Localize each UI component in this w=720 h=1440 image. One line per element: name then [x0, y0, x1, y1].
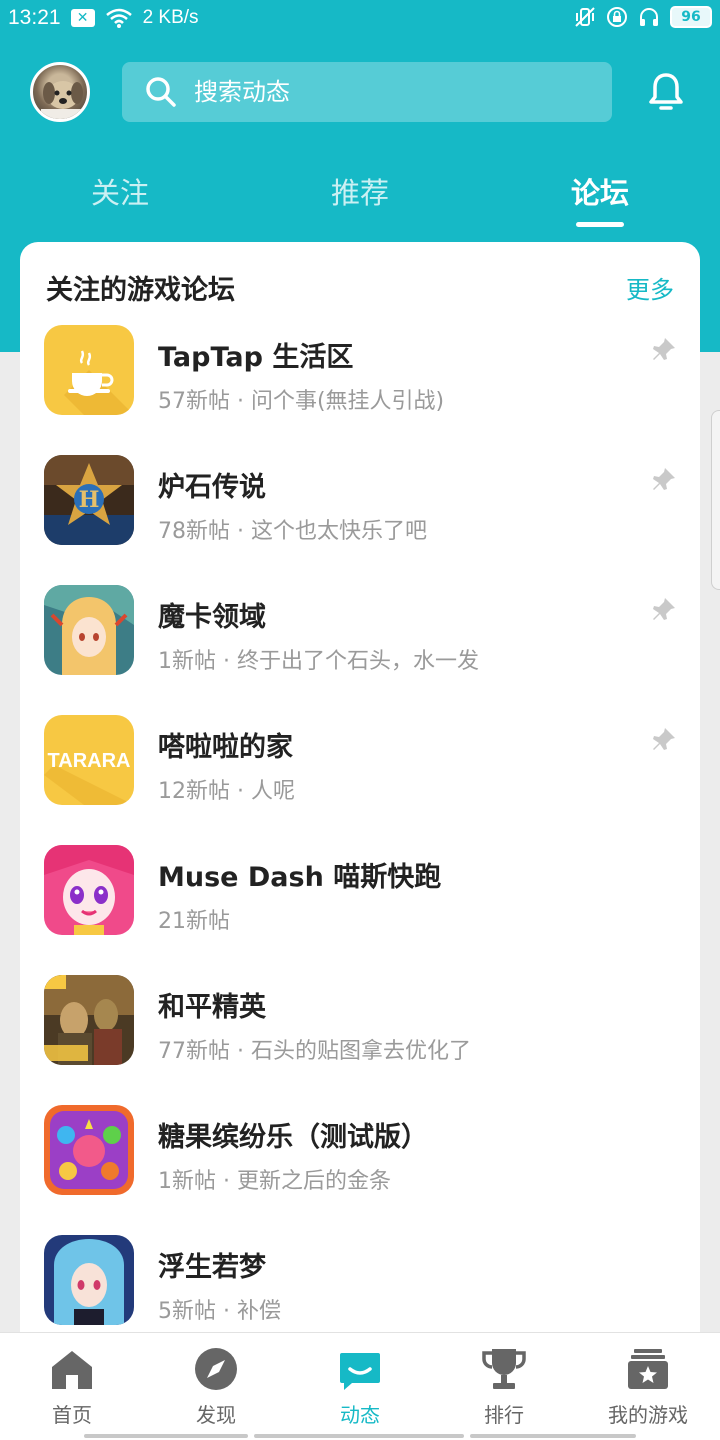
forum-meta: 57新帖 · 问个事(無挂人引战) [158, 389, 445, 414]
nav-home[interactable]: 首页 [0, 1345, 144, 1428]
forum-item[interactable]: Muse Dash 喵斯快跑 21新帖 [20, 845, 700, 975]
notification-x-icon: ✕ [70, 9, 95, 27]
followed-forums-card: 关注的游戏论坛 更多 TapTap 生活区 57新帖 · 问个事(無挂人引战) [20, 242, 700, 1342]
muse-dash-icon [44, 845, 134, 935]
top-tabs: 关注 推荐 论坛 [0, 170, 720, 230]
wifi-icon [105, 8, 132, 28]
nav-label: 首页 [52, 1403, 92, 1427]
section-title: 关注的游戏论坛 [46, 275, 235, 306]
pin-icon[interactable] [650, 725, 678, 753]
pin-icon[interactable] [650, 335, 678, 363]
compass-icon [195, 1348, 237, 1390]
forum-item[interactable]: 糖果缤纷乐（测试版） 1新帖 · 更新之后的金条 [20, 1105, 700, 1235]
game-box-icon [628, 1349, 668, 1389]
gesture-bar [84, 1434, 636, 1439]
active-tab-indicator [576, 222, 624, 227]
nav-my-games[interactable]: 我的游戏 [576, 1345, 720, 1428]
tab-recommend[interactable]: 推荐 [280, 170, 440, 212]
edge-scroll-handle[interactable] [711, 410, 720, 590]
forum-meta: 1新帖 · 更新之后的金条 [158, 1169, 391, 1194]
tab-forum[interactable]: 论坛 [520, 170, 680, 212]
peace-elite-icon [44, 975, 134, 1065]
pin-icon[interactable] [650, 465, 678, 493]
search-icon [146, 77, 176, 107]
pin-icon[interactable] [650, 595, 678, 623]
forum-item[interactable]: H 炉石传说 78新帖 · 这个也太快乐了吧 [20, 455, 700, 585]
forum-meta: 21新帖 [158, 909, 230, 934]
battery-indicator: 96 [670, 6, 712, 28]
nav-label: 我的游戏 [608, 1403, 688, 1427]
forum-meta: 77新帖 · 石头的贴图拿去优化了 [158, 1039, 471, 1064]
forum-name: TapTap 生活区 [158, 342, 354, 373]
forum-name: 糖果缤纷乐（测试版） [158, 1122, 428, 1153]
forum-item[interactable]: 魔卡领域 1新帖 · 终于出了个石头，水一发 [20, 585, 700, 715]
forum-name: 和平精英 [158, 992, 266, 1023]
svg-text:TARARA: TARARA [48, 750, 131, 772]
nav-ranking[interactable]: 排行 [432, 1345, 576, 1428]
headphones-icon [640, 8, 658, 26]
coffee-cup-icon [44, 325, 134, 415]
hearthstone-icon: H [44, 455, 134, 545]
more-link[interactable]: 更多 [626, 270, 674, 305]
forum-name: 炉石传说 [158, 472, 266, 503]
lock-rotation-icon [607, 7, 627, 27]
home-icon [52, 1351, 92, 1389]
search-input[interactable] [194, 78, 574, 106]
status-bar: 13:21 ✕ 2 KB/s 96 [0, 0, 720, 38]
nav-label: 动态 [340, 1403, 380, 1427]
anime-blue-icon [44, 1235, 134, 1325]
svg-text:H: H [79, 487, 100, 513]
forum-meta: 78新帖 · 这个也太快乐了吧 [158, 519, 427, 544]
forum-meta: 1新帖 · 终于出了个石头，水一发 [158, 649, 479, 674]
network-speed: 2 KB/s [142, 7, 199, 28]
forum-item[interactable]: 和平精英 77新帖 · 石头的贴图拿去优化了 [20, 975, 700, 1105]
card-header: 关注的游戏论坛 更多 [20, 242, 700, 322]
search-bar[interactable] [122, 62, 612, 122]
nav-feed[interactable]: 动态 [288, 1345, 432, 1428]
forum-meta: 12新帖 · 人呢 [158, 779, 295, 804]
forum-name: 魔卡领域 [158, 602, 266, 633]
vibrate-off-icon [575, 7, 595, 27]
nav-label: 发现 [196, 1403, 236, 1427]
anime-girl-icon [44, 585, 134, 675]
tab-follow[interactable]: 关注 [40, 170, 200, 212]
forum-name: 嗒啦啦的家 [158, 732, 293, 763]
nav-label: 排行 [484, 1403, 524, 1427]
candy-icon [44, 1105, 134, 1195]
nav-discover[interactable]: 发现 [144, 1345, 288, 1428]
bell-icon[interactable] [644, 70, 688, 114]
bottom-navigation: 首页 发现 动态 排行 我的游戏 [0, 1332, 720, 1440]
forum-name: Muse Dash 喵斯快跑 [158, 862, 442, 893]
forum-name: 浮生若梦 [158, 1252, 266, 1283]
user-avatar[interactable] [30, 62, 90, 122]
forum-item[interactable]: TARARA 嗒啦啦的家 12新帖 · 人呢 [20, 715, 700, 845]
chat-icon [340, 1353, 380, 1390]
forum-item[interactable]: TapTap 生活区 57新帖 · 问个事(無挂人引战) [20, 325, 700, 455]
status-time: 13:21 [8, 6, 61, 29]
forum-meta: 5新帖 · 补偿 [158, 1299, 281, 1324]
trophy-icon [482, 1349, 526, 1389]
tarara-icon: TARARA [44, 715, 134, 805]
